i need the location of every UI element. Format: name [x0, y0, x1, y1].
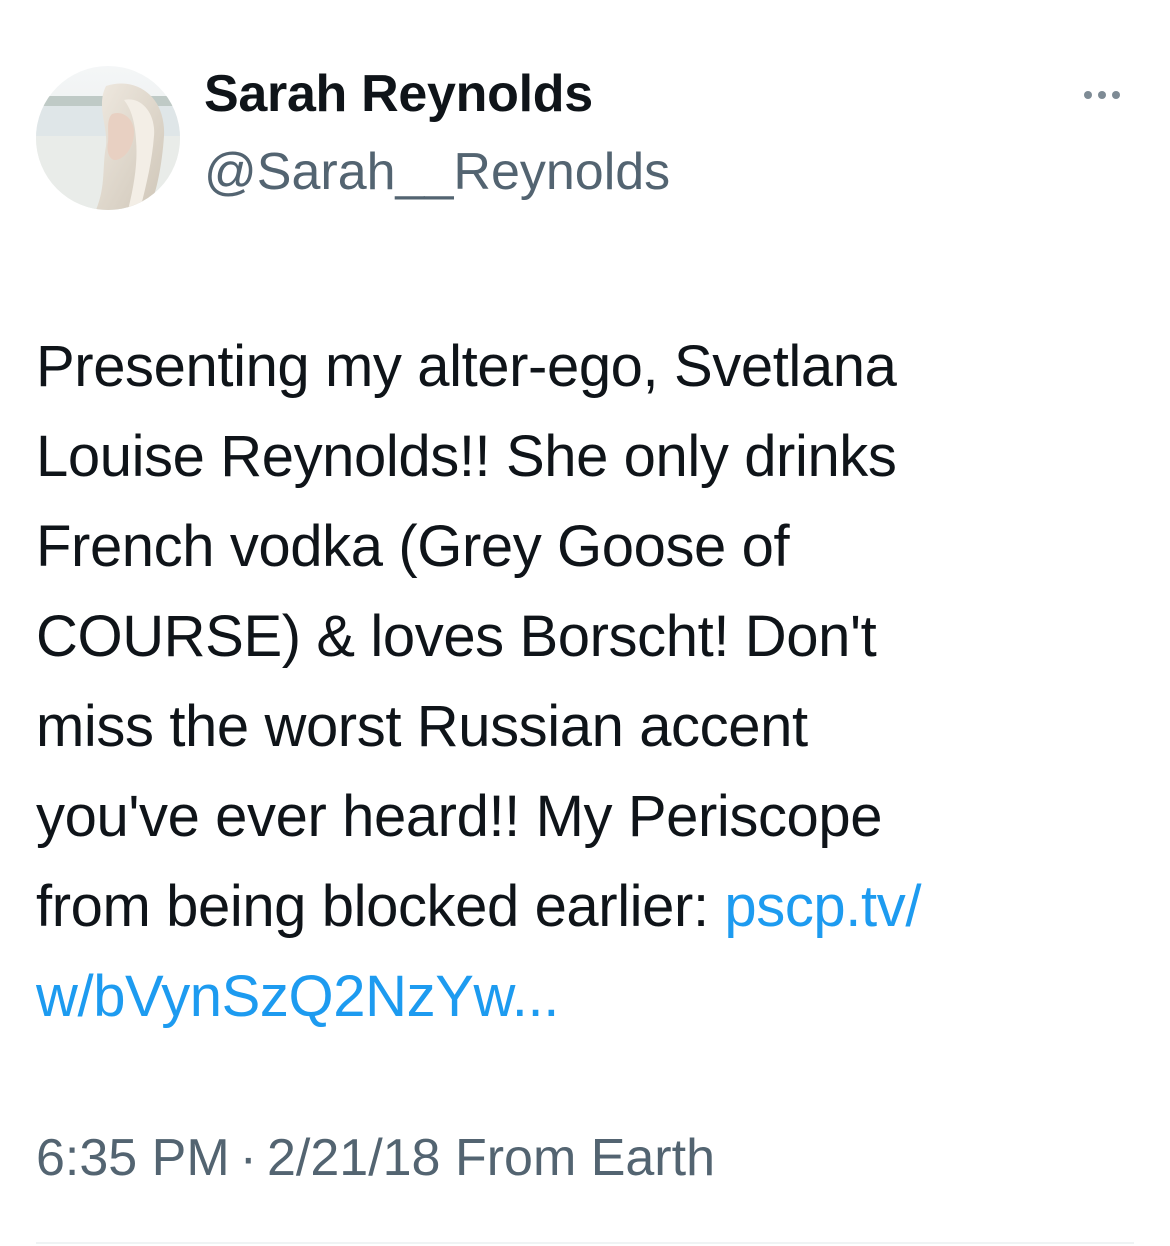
periscope-link-continued[interactable]: w/bVynSzQ2NzYw... [36, 964, 559, 1029]
tweet-source: From Earth [454, 1129, 715, 1187]
more-horizontal-icon-dot [1112, 91, 1120, 99]
author-handle[interactable]: @Sarah__Reynolds [204, 140, 670, 204]
more-horizontal-icon [1084, 91, 1092, 99]
tweet-time[interactable]: 6:35 PM [36, 1129, 230, 1187]
avatar[interactable] [36, 66, 180, 210]
author-display-name[interactable]: Sarah Reynolds [204, 62, 593, 126]
tweet-text-line: French vodka (Grey Goose of [36, 514, 790, 579]
tweet-date[interactable]: 2/21/18 [267, 1129, 441, 1187]
tweet-metadata: 6:35 PM · 2/21/18 From Earth [36, 1126, 715, 1190]
tweet-text-line: Presenting my alter-ego, Svetlana [36, 334, 897, 399]
periscope-link[interactable]: pscp.tv/ [724, 874, 921, 939]
more-options-button[interactable] [1072, 78, 1132, 112]
tweet-text-line: you've ever heard!! My Periscope [36, 784, 883, 849]
tweet-text-segment: from being blocked earlier: [36, 874, 725, 939]
tweet-text: Presenting my alter-ego, Svetlana Louise… [36, 322, 1136, 1042]
tweet-text-line: w/bVynSzQ2NzYw... [36, 952, 1136, 1042]
tweet-text-line: COURSE) & loves Borscht! Don't [36, 604, 877, 669]
tweet-text-line: from being blocked earlier: pscp.tv/ [36, 862, 1136, 952]
meta-separator: · [239, 1129, 257, 1187]
avatar-photo [36, 66, 180, 210]
more-horizontal-icon-dot [1098, 91, 1106, 99]
tweet-text-line: Louise Reynolds!! She only drinks [36, 424, 897, 489]
tweet-card: Sarah Reynolds @Sarah__Reynolds Presenti… [0, 0, 1170, 1246]
divider [36, 1242, 1134, 1244]
tweet-text-line: miss the worst Russian accent [36, 694, 808, 759]
